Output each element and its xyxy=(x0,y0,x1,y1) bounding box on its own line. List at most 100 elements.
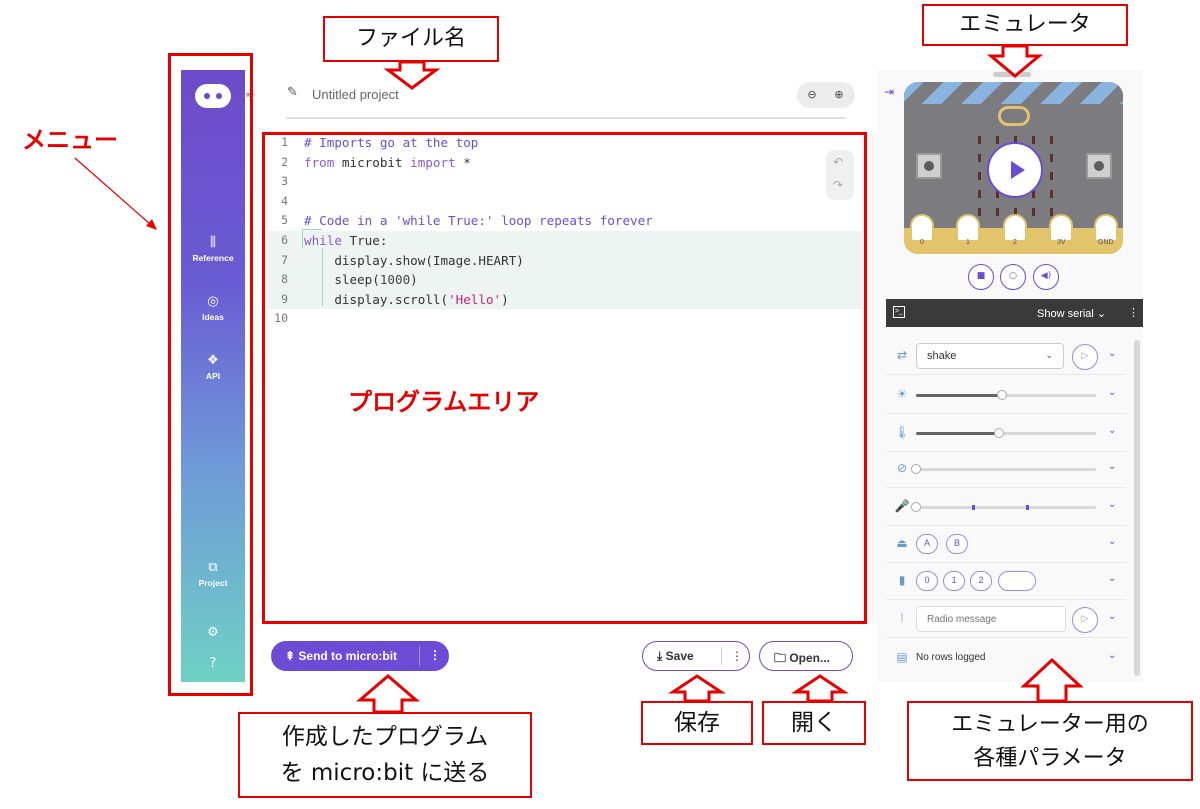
pin-label: 0 xyxy=(920,239,924,246)
compass-slider[interactable] xyxy=(911,464,1096,474)
send-callout-line1: 作成したプログラム xyxy=(281,724,489,750)
temperature-slider[interactable] xyxy=(916,428,1096,438)
resize-handle[interactable] xyxy=(993,72,1031,77)
save-callout: 保存 xyxy=(641,701,753,745)
open-callout: 開く xyxy=(762,701,866,745)
gesture-value: shake xyxy=(927,350,957,362)
sun-icon: ☀ xyxy=(896,387,908,401)
button-b-pill[interactable]: B xyxy=(946,534,968,554)
send-arrow xyxy=(355,674,421,714)
parameters-callout: エミュレーター用の 各種パラメータ xyxy=(907,701,1193,781)
accelerometer-icon: ⇄ xyxy=(896,348,908,362)
button-b[interactable] xyxy=(1086,153,1112,179)
send-gesture-button[interactable]: ▷ xyxy=(1072,344,1098,370)
pencil-icon[interactable]: ✎ xyxy=(287,85,298,100)
led xyxy=(978,172,981,180)
chevron-down-icon[interactable]: ⌄ xyxy=(1108,650,1116,661)
slider-knob[interactable] xyxy=(911,464,921,474)
scrollbar[interactable] xyxy=(1134,340,1140,676)
reset-button[interactable]: ○ xyxy=(1000,264,1026,290)
show-serial-button[interactable]: Show serial ⌄ xyxy=(1037,307,1106,320)
sound-level-row: 🎤 ⌄ xyxy=(886,489,1126,526)
pin-0-pill[interactable]: 0 xyxy=(916,571,938,591)
save-button[interactable]: ⤓ Save ⋮ xyxy=(642,641,750,671)
led xyxy=(978,190,981,198)
pin-label: GND xyxy=(1098,239,1114,246)
chevron-down-icon[interactable]: ⌄ xyxy=(1108,573,1116,584)
more-options-icon[interactable]: ⋮ xyxy=(1128,306,1139,319)
radio-icon: ⦚ xyxy=(900,611,904,625)
header-divider xyxy=(286,117,846,119)
save-button-label: ⤓ Save xyxy=(657,649,694,663)
zoom-in-icon[interactable]: ⊕ xyxy=(830,86,848,104)
sound-slider[interactable] xyxy=(911,502,1096,512)
pin-1[interactable] xyxy=(956,214,980,242)
led xyxy=(978,154,981,162)
pin-2[interactable] xyxy=(1003,214,1027,242)
project-name[interactable]: Untitled project xyxy=(312,87,399,102)
parameters-callout-line2: 各種パラメータ xyxy=(973,746,1127,771)
parameters-callout-line1: エミュレーター用の xyxy=(951,712,1149,737)
chevron-down-icon[interactable]: ⌄ xyxy=(1108,348,1116,359)
radio-message-input[interactable] xyxy=(916,606,1066,632)
pin-0[interactable] xyxy=(910,214,934,242)
button-a[interactable] xyxy=(916,153,942,179)
open-callout-text: 開く xyxy=(791,710,837,736)
microphone-icon: 🎤 xyxy=(894,499,910,513)
serial-bar: >_ Show serial ⌄ ⋮ xyxy=(886,299,1143,327)
pin-2-pill[interactable]: 2 xyxy=(970,571,992,591)
filename-callout-text: ファイル名 xyxy=(355,26,466,51)
pins-row: ▮ 0 1 2 ⌄ xyxy=(886,563,1126,600)
save-callout-text: 保存 xyxy=(674,710,720,736)
led xyxy=(1050,172,1053,180)
send-to-microbit-button[interactable]: ⇞ Send to micro:bit ⋮ xyxy=(271,641,449,671)
temperature-row: 🌡 ⌄ xyxy=(886,415,1126,452)
stop-button[interactable]: ■ xyxy=(968,264,994,290)
chevron-down-icon[interactable]: ⌄ xyxy=(1108,499,1116,510)
menu-pointer-arrowhead xyxy=(146,219,157,230)
slider-knob[interactable] xyxy=(911,502,921,512)
gesture-select[interactable]: shake ⌄ xyxy=(916,343,1064,369)
divider xyxy=(721,647,722,665)
buttons-row: ⏏ A B ⌄ xyxy=(886,526,1126,563)
light-slider[interactable] xyxy=(916,390,1096,400)
led xyxy=(996,136,999,144)
board-pattern xyxy=(904,82,1123,104)
open-button[interactable]: 🗀 Open... xyxy=(759,641,853,671)
led xyxy=(1050,136,1053,144)
chevron-down-icon[interactable]: ⌄ xyxy=(1108,387,1116,398)
chevron-down-icon[interactable]: ⌄ xyxy=(1108,611,1116,622)
project-header: ✎ Untitled project ⊖ ⊕ xyxy=(262,70,862,122)
zoom-out-icon[interactable]: ⊖ xyxy=(803,86,821,104)
collapse-simulator-icon[interactable]: ⇥ xyxy=(884,85,894,99)
slider-fill xyxy=(916,394,1003,397)
button-press-icon: ⏏ xyxy=(896,536,908,550)
accelerometer-row: ⇄ shake ⌄ ▷ ⌄ xyxy=(886,338,1126,375)
emulator-callout: エミュレータ xyxy=(922,4,1128,46)
play-simulator-button[interactable] xyxy=(987,142,1043,198)
light-level-row: ☀ ⌄ xyxy=(886,377,1126,414)
open-arrow xyxy=(791,674,849,703)
send-callout-line2: を micro:bit に送る xyxy=(280,760,490,786)
compass-row: ⊘ ⌄ xyxy=(886,451,1126,488)
pin-label: 3V xyxy=(1057,239,1066,246)
logo-pill[interactable] xyxy=(998,571,1036,591)
button-a-pill[interactable]: A xyxy=(916,534,938,554)
touch-logo[interactable] xyxy=(998,106,1030,126)
zoom-controls: ⊖ ⊕ xyxy=(797,82,855,108)
pin-1-pill[interactable]: 1 xyxy=(943,571,965,591)
chevron-down-icon[interactable]: ⌄ xyxy=(1108,536,1116,547)
slider-knob[interactable] xyxy=(997,390,1008,400)
mute-button[interactable]: ◀) xyxy=(1033,264,1059,290)
threshold-marker xyxy=(972,505,975,510)
slider-fill xyxy=(916,432,999,435)
chevron-down-icon[interactable]: ⌄ xyxy=(1108,461,1116,472)
open-button-label: 🗀 Open... xyxy=(774,651,831,665)
chevron-down-icon[interactable]: ⌄ xyxy=(1108,425,1116,436)
send-radio-button[interactable]: ▷ xyxy=(1072,607,1098,633)
more-options-icon[interactable]: ⋮ xyxy=(731,649,743,663)
pin-gnd xyxy=(1094,214,1118,242)
slider-knob[interactable] xyxy=(993,428,1004,438)
send-button-label: ⇞ Send to micro:bit xyxy=(285,649,398,663)
more-options-icon[interactable]: ⋮ xyxy=(429,648,441,662)
